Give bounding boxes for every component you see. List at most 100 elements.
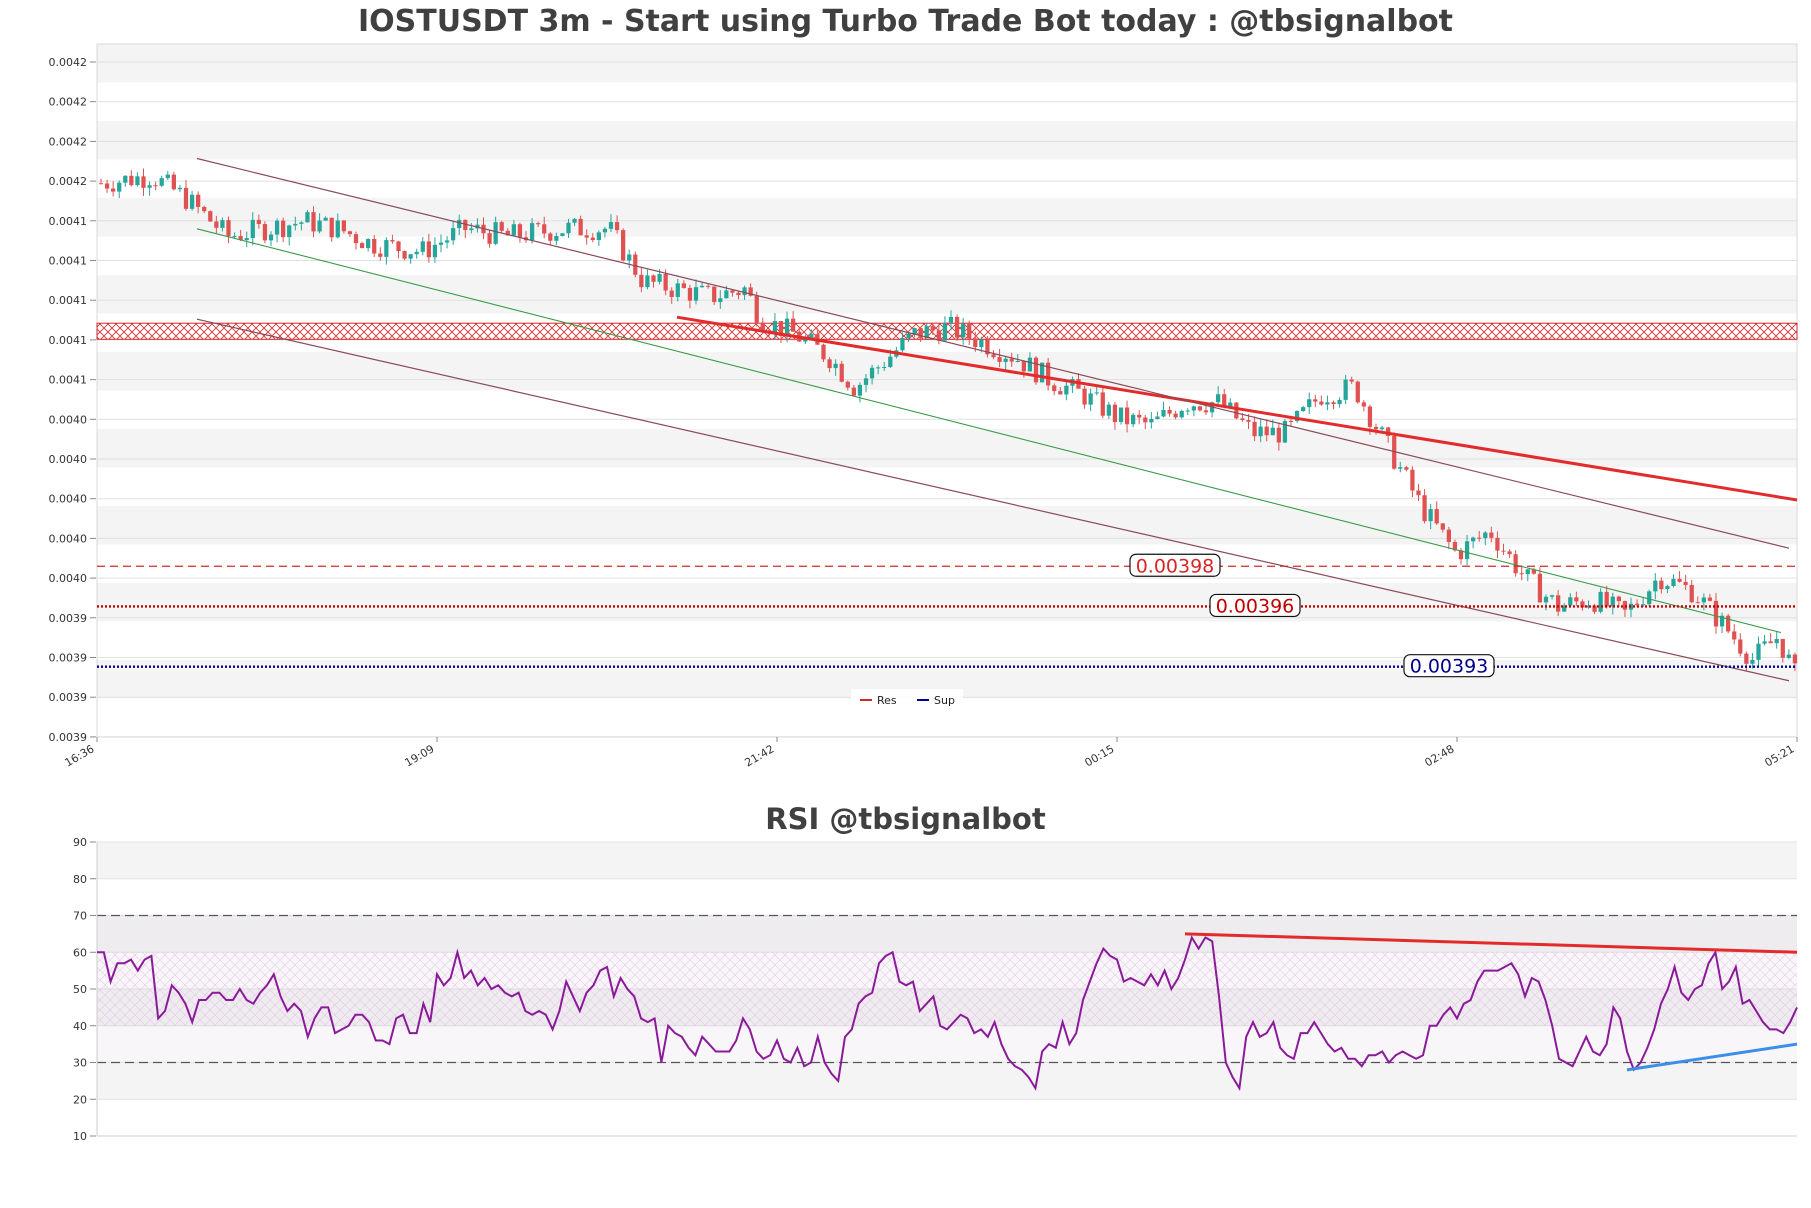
candle-body	[1106, 404, 1111, 416]
candle-body	[657, 273, 662, 282]
candle-body	[129, 175, 134, 186]
candle-body	[1167, 409, 1172, 414]
candle-body	[954, 316, 960, 338]
candle-body	[918, 328, 923, 339]
x-tick-label: 21:42	[743, 742, 777, 769]
candle-body	[772, 321, 778, 333]
candle-body	[718, 298, 723, 303]
candle-body	[1052, 385, 1057, 392]
candle-body	[651, 275, 656, 282]
candle-body	[1264, 426, 1269, 436]
candle-body	[1118, 407, 1124, 423]
candle-body	[621, 230, 626, 261]
candle-body	[274, 220, 280, 235]
y-tick-label: 0.0039	[49, 612, 88, 625]
candle-body	[578, 218, 583, 236]
candle-body	[566, 222, 571, 234]
candle-body	[183, 187, 189, 209]
candle-body	[141, 176, 146, 188]
candle-body	[1713, 600, 1719, 627]
candle-body	[232, 236, 237, 238]
trendline-resistance	[676, 315, 1798, 502]
candle-body	[287, 225, 292, 238]
candle-body	[384, 240, 389, 257]
candle-body	[1094, 392, 1099, 394]
candle-body	[171, 174, 176, 190]
candle-body	[1082, 388, 1087, 405]
candle-body	[1598, 591, 1603, 612]
rsi-y-tick-label: 80	[73, 873, 87, 886]
candle-body	[353, 234, 359, 244]
y-tick-label: 0.0041	[49, 374, 88, 387]
candle-body	[791, 318, 796, 332]
candle-body	[888, 356, 893, 368]
candle-body	[1234, 402, 1239, 419]
candle-body	[1088, 393, 1093, 405]
grid-band	[97, 121, 1797, 160]
candle-body	[1143, 417, 1148, 423]
candle-body	[1780, 638, 1785, 658]
candle-body	[1707, 597, 1713, 601]
candle-body	[165, 174, 170, 179]
candle-body	[517, 224, 523, 238]
candle-body	[226, 220, 231, 237]
candle-body	[936, 330, 941, 341]
candle-body	[1361, 402, 1366, 407]
candle-body	[1659, 580, 1664, 590]
candle-body	[372, 238, 377, 254]
candle-body	[1276, 427, 1281, 443]
candle-body	[1015, 361, 1020, 363]
candle-body	[1064, 385, 1069, 395]
candle-body	[1701, 597, 1706, 603]
level-label: 0.00398	[1136, 555, 1215, 577]
candle-body	[1489, 532, 1494, 538]
candle-body	[821, 344, 826, 360]
candle-body	[602, 228, 608, 233]
candle-body	[1634, 603, 1640, 605]
candle-body	[572, 218, 577, 223]
rsi-y-tick-label: 40	[73, 1020, 87, 1033]
candle-body	[293, 223, 298, 226]
candle-body	[712, 286, 717, 303]
candle-body	[104, 183, 110, 189]
candle-body	[627, 254, 632, 261]
x-tick-label: 02:48	[1423, 742, 1457, 769]
y-tick-label: 0.0041	[49, 255, 88, 268]
candle-body	[359, 243, 365, 249]
candle-body	[1732, 631, 1737, 640]
candle-body	[457, 219, 462, 229]
candle-body	[189, 194, 195, 209]
candle-body	[1191, 406, 1196, 411]
legend: Res Sup	[851, 689, 963, 711]
candle-body	[1185, 410, 1190, 412]
y-tick-label: 0.0040	[49, 493, 88, 506]
candle-body	[1149, 419, 1154, 423]
candle-body	[1507, 551, 1512, 555]
candle-body	[1537, 573, 1543, 603]
candle-body	[408, 254, 413, 259]
candle-body	[1112, 404, 1118, 423]
candle-body	[1762, 641, 1767, 644]
y-tick-label: 0.0039	[49, 691, 88, 704]
candle-body	[451, 228, 456, 241]
candle-body	[979, 339, 984, 348]
candle-body	[991, 354, 996, 358]
candle-body	[487, 233, 492, 244]
candle-body	[147, 185, 152, 188]
candle-body	[1568, 597, 1573, 606]
candle-body	[1410, 469, 1415, 491]
candle-body	[699, 285, 705, 288]
rsi-panel: 10 20 30 40 50 60 70 80 90	[73, 836, 1798, 1143]
candle-body	[633, 254, 638, 275]
candle-body	[961, 323, 966, 338]
candle-body	[1003, 358, 1008, 362]
grid-band	[97, 275, 1797, 314]
candle-body	[262, 224, 268, 241]
candle-body	[1100, 392, 1105, 416]
candle-body	[973, 338, 978, 348]
candle-body	[900, 338, 905, 351]
candle-body	[196, 194, 201, 207]
candle-body	[1246, 420, 1251, 422]
candle-body	[1434, 509, 1439, 524]
rsi-y-tick-label: 90	[73, 836, 87, 849]
